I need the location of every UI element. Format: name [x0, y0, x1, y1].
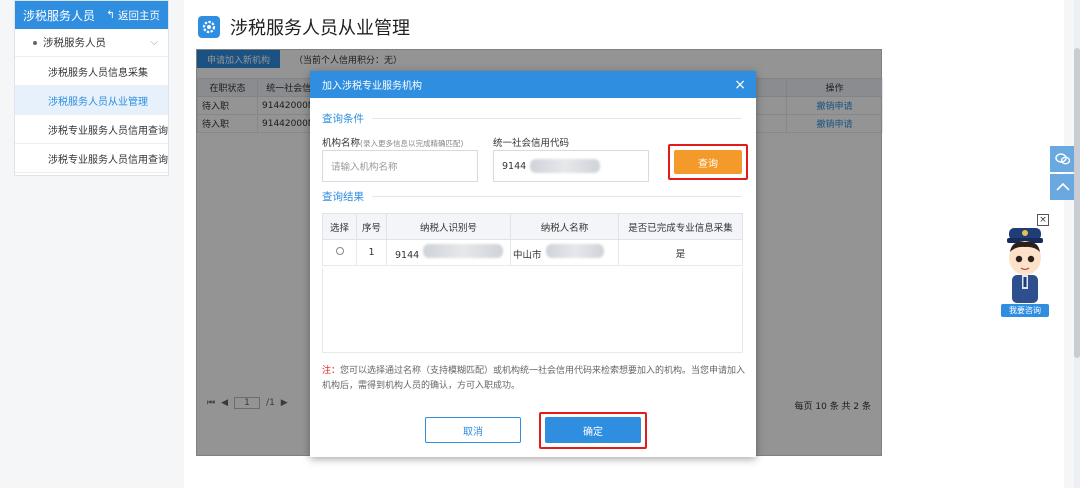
assistant-close-icon[interactable]: ×: [1037, 214, 1049, 226]
back-home-link[interactable]: ↰ 返回主页: [106, 8, 160, 23]
result-empty-area: [322, 268, 743, 353]
table-row: 1 9144 中山市 是: [322, 239, 743, 266]
highlight-box-confirm: [539, 412, 647, 449]
sidebar-header: 涉税服务人员 ↰ 返回主页: [15, 1, 168, 29]
table-header: 序号: [356, 213, 387, 240]
taxpayer-name-cell: 中山市: [510, 239, 619, 266]
credit-code-input[interactable]: 9144: [493, 150, 649, 182]
redacted-mark: [530, 159, 601, 173]
note-text: 注：您可以选择通过名称（支持模糊匹配）或机构统一社会信用代码来检索想要加入的机构…: [322, 366, 746, 391]
page-scrollbar[interactable]: [1074, 0, 1080, 488]
sidebar-item-label: 涉税专业服务人员信用查询: [48, 125, 168, 137]
back-to-top-icon[interactable]: [1050, 174, 1076, 200]
sidebar-item-info-collect[interactable]: 涉税服务人员信息采集: [15, 57, 168, 86]
bullet-icon: [33, 41, 37, 45]
chevron-down-icon: ⌵: [150, 37, 158, 48]
org-name-input[interactable]: 请输入机构名称: [322, 150, 478, 182]
close-icon[interactable]: ×: [734, 78, 746, 92]
join-org-dialog: 加入涉税专业服务机构 × 查询条件 机构名称(录入更多信息以完成精确匹配) 请输…: [310, 71, 756, 457]
sidebar-item-label: 涉税专业服务人员信用查询: [48, 154, 168, 166]
back-arrow-icon: ↰: [106, 9, 115, 21]
sidebar-item-label: 涉税服务人员从业管理: [48, 96, 148, 108]
scroll-thumb[interactable]: [1074, 48, 1080, 358]
sidebar-item-label: 涉税服务人员信息采集: [48, 67, 148, 79]
dialog-header: 加入涉税专业服务机构 ×: [310, 71, 756, 98]
table-header: 纳税人名称: [510, 213, 619, 240]
sidebar-group[interactable]: 涉税服务人员 ⌵: [15, 29, 168, 57]
collected-cell: 是: [618, 239, 743, 266]
org-name-label: 机构名称(录入更多信息以完成精确匹配): [322, 138, 464, 149]
result-table: 选择 序号 纳税人识别号 纳税人名称 是否已完成专业信息采集 1 9144 中山…: [322, 213, 743, 266]
select-radio[interactable]: [335, 247, 344, 255]
sidebar-item-credit-query-1[interactable]: 涉税专业服务人员信用查询: [15, 115, 168, 144]
gear-icon: [198, 16, 220, 38]
page-title: 涉税服务人员从业管理: [230, 18, 410, 39]
sidebar-item-practice-manage[interactable]: 涉税服务人员从业管理: [15, 86, 168, 115]
dialog-title: 加入涉税专业服务机构: [322, 81, 422, 92]
back-home-label: 返回主页: [118, 9, 160, 22]
assistant-widget[interactable]: × 我要咨询: [1000, 214, 1052, 318]
title-row: 涉税服务人员从业管理: [198, 14, 410, 40]
sidebar-item-credit-query-2[interactable]: 涉税专业服务人员信用查询: [15, 144, 168, 173]
table-header: 纳税人识别号: [386, 213, 511, 240]
tax-id-cell: 9144: [386, 239, 511, 266]
cancel-button[interactable]: 取消: [425, 417, 521, 443]
chat-icon[interactable]: [1050, 146, 1076, 172]
result-section-title: 查询结果: [322, 189, 742, 204]
sidebar-title: 涉税服务人员: [23, 8, 96, 23]
sidebar-group-label: 涉税服务人员: [43, 37, 106, 49]
sidebar: 涉税服务人员 ↰ 返回主页 涉税服务人员 ⌵ 涉税服务人员信息采集 涉税服务人员…: [14, 0, 169, 176]
table-header: 是否已完成专业信息采集: [618, 213, 743, 240]
consult-label[interactable]: 我要咨询: [1001, 304, 1049, 317]
index-cell: 1: [356, 239, 387, 266]
float-toolbar: [1050, 146, 1076, 202]
credit-code-label: 统一社会信用代码: [493, 138, 570, 149]
table-header: 选择: [322, 213, 357, 240]
highlight-box-query: [668, 144, 748, 180]
query-section-title: 查询条件: [322, 111, 742, 126]
assistant-avatar-icon: [1007, 228, 1043, 303]
